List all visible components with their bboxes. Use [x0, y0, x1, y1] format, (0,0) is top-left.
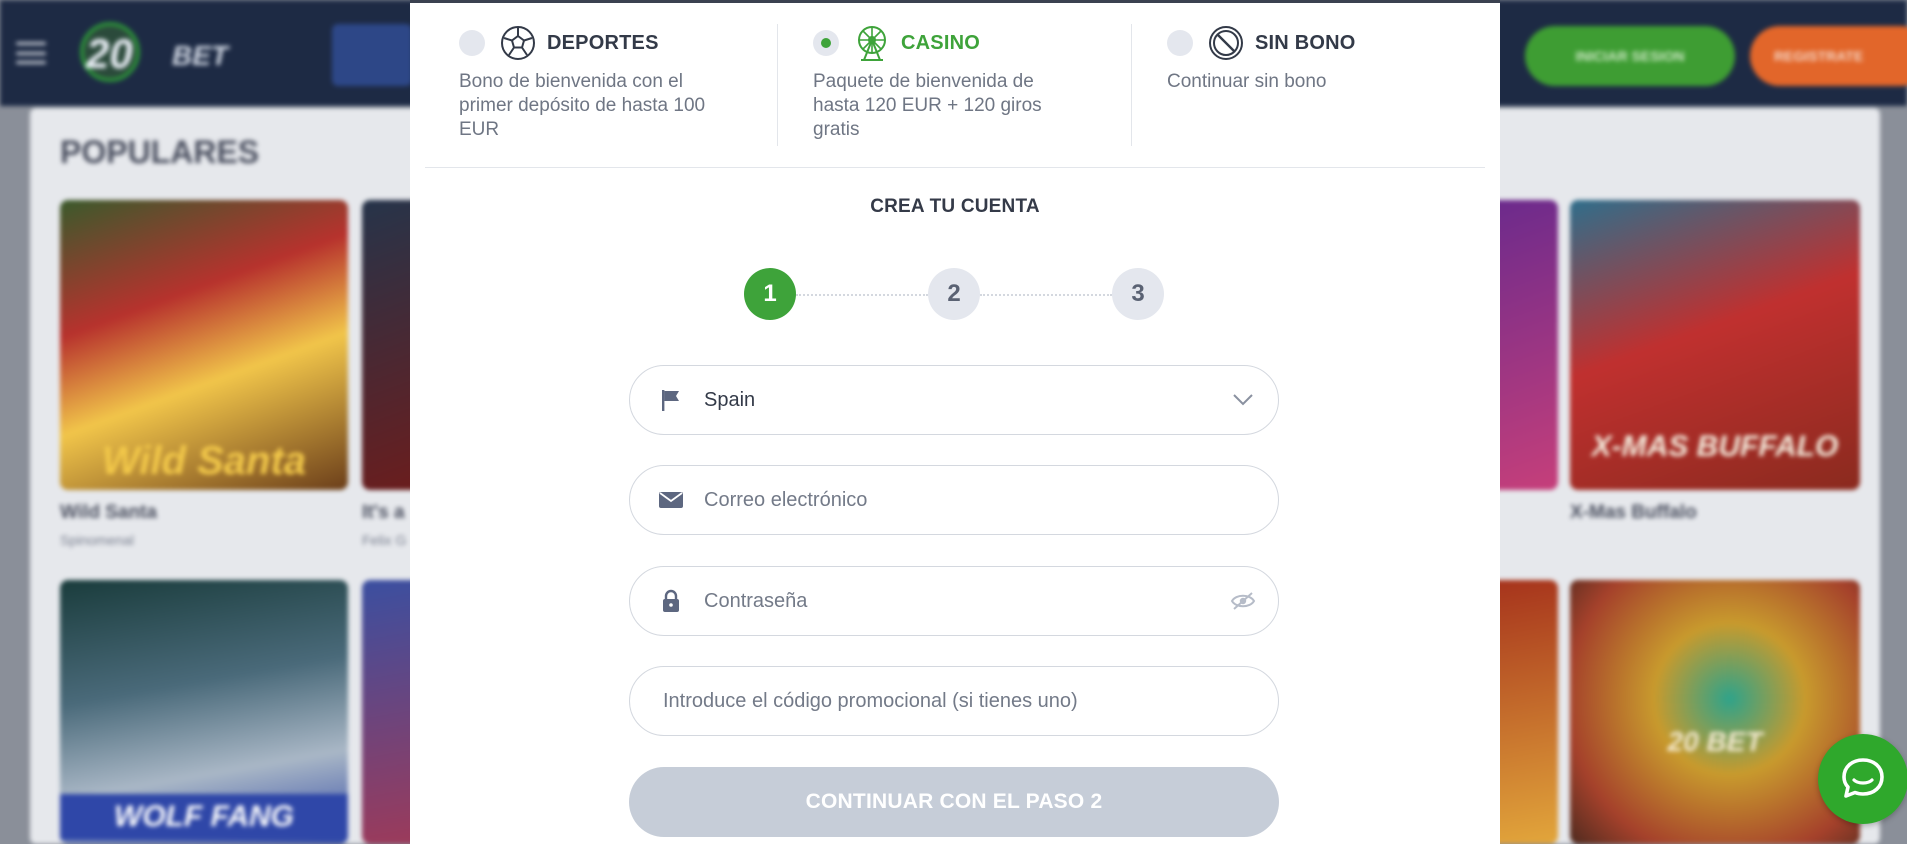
- bonus-radio-deportes[interactable]: [459, 30, 485, 56]
- email-input[interactable]: [704, 480, 1278, 520]
- step-connector: [796, 294, 928, 296]
- bonus-radio-sin-bono[interactable]: [1167, 30, 1193, 56]
- game-tile[interactable]: [1490, 200, 1558, 490]
- step-1: 1: [744, 268, 796, 320]
- bonus-option-deportes[interactable]: DEPORTES Bono de bienvenida con el prime…: [459, 24, 709, 146]
- step-2: 2: [928, 268, 980, 320]
- site-logo[interactable]: 20 BET: [80, 22, 230, 82]
- bonus-description: Bono de bienvenida con el primer depósit…: [459, 71, 706, 140]
- email-field[interactable]: [629, 465, 1279, 535]
- country-select[interactable]: Spain: [629, 365, 1279, 435]
- bonus-title: CASINO: [901, 31, 980, 54]
- bonus-title: SIN BONO: [1255, 31, 1356, 54]
- envelope-icon: [658, 487, 684, 513]
- prohibited-icon: [1209, 26, 1243, 60]
- step-3: 3: [1112, 268, 1164, 320]
- hamburger-menu-icon[interactable]: [16, 42, 46, 64]
- divider: [1131, 24, 1132, 146]
- registration-modal: DEPORTES Bono de bienvenida con el prime…: [410, 0, 1500, 844]
- live-chat-button[interactable]: [1818, 734, 1907, 824]
- game-tile[interactable]: X-MAS BUFFALO: [1570, 200, 1860, 490]
- continue-step-2-button[interactable]: CONTINUAR CON EL PASO 2: [629, 767, 1279, 837]
- eye-slash-icon[interactable]: [1230, 588, 1256, 614]
- game-title[interactable]: Wild Santa: [60, 502, 157, 524]
- game-art-text: WOLF FANG: [60, 794, 348, 840]
- chat-bubble-icon: [1842, 758, 1884, 798]
- game-art-text: 20 BET: [1667, 726, 1763, 757]
- game-title[interactable]: X-Mas Buffalo: [1570, 502, 1697, 524]
- bonus-description: Continuar sin bono: [1167, 71, 1327, 92]
- game-tile[interactable]: Wild Santa: [60, 200, 348, 490]
- game-tile[interactable]: [1490, 580, 1558, 844]
- form-title: CREA TU CUENTA: [870, 196, 1040, 217]
- chevron-down-icon[interactable]: [1230, 387, 1256, 413]
- game-art-text: X-MAS BUFFALO: [1591, 430, 1839, 463]
- password-input[interactable]: [704, 581, 1230, 621]
- lock-icon: [658, 588, 684, 614]
- promo-code-field[interactable]: [629, 666, 1279, 736]
- game-art-text: Wild Santa: [101, 439, 307, 483]
- promo-code-input[interactable]: [663, 681, 1278, 721]
- game-tile[interactable]: WOLF FANG: [60, 580, 348, 844]
- step-connector: [980, 294, 1112, 296]
- game-provider: Spinomenal: [60, 532, 134, 548]
- divider: [777, 24, 778, 146]
- step-indicator: 1 2 3: [744, 268, 1166, 320]
- nav-button[interactable]: [332, 24, 412, 86]
- section-title: POPULARES: [60, 134, 260, 170]
- bonus-title: DEPORTES: [547, 31, 659, 54]
- bonus-description: Paquete de bienvenida de hasta 120 EUR +…: [813, 71, 1042, 140]
- bonus-selector: DEPORTES Bono de bienvenida con el prime…: [425, 0, 1485, 168]
- bonus-option-sin-bono[interactable]: SIN BONO Continuar sin bono: [1167, 24, 1427, 146]
- country-value: Spain: [704, 388, 756, 411]
- bonus-radio-casino[interactable]: [813, 30, 839, 56]
- bonus-option-casino[interactable]: CASINO Paquete de bienvenida de hasta 12…: [813, 24, 1073, 146]
- game-tile[interactable]: 20 BET: [1570, 580, 1860, 844]
- ferris-wheel-icon: [858, 26, 886, 61]
- logo-number: 20: [86, 30, 133, 77]
- login-button[interactable]: INICIAR SESION: [1525, 26, 1735, 86]
- soccer-ball-icon: [501, 26, 535, 60]
- password-field[interactable]: [629, 566, 1279, 636]
- logo-word: BET: [172, 40, 228, 71]
- register-button[interactable]: REGISTRATE: [1750, 26, 1907, 86]
- flag-icon: [658, 387, 684, 413]
